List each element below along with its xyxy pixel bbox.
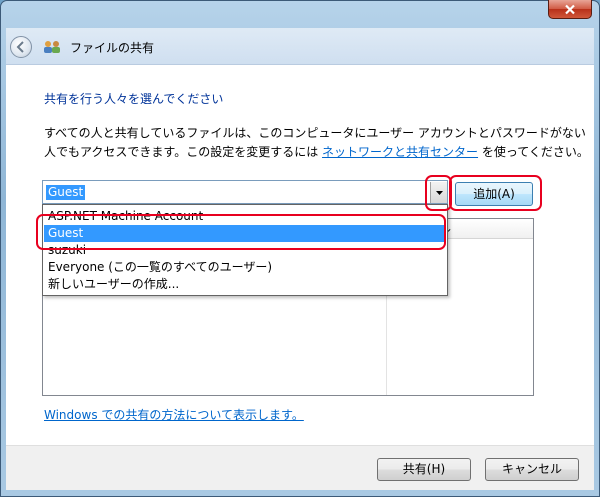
page-heading: 共有を行う人々を選んでください [44,92,224,106]
highlight-add-button [449,175,542,211]
description-line-1: すべての人と共有しているファイルは、このコンピュータにユーザー アカウントとパス… [44,126,586,140]
sharing-wizard-icon [44,41,60,53]
back-arrow-icon [16,41,24,53]
dropdown-item-everyone[interactable]: Everyone (この一覧のすべてのユーザー) [44,259,446,276]
help-link[interactable]: Windows での共有の方法について表示します。 [44,406,304,423]
description-text-end: を使ってください。 [481,145,589,159]
highlight-guest-item [36,214,446,250]
dropdown-item-new-user[interactable]: 新しいユーザーの作成... [44,276,446,293]
combobox-value: Guest [46,185,86,200]
description-line-2: 人でもアクセスできます。この設定を変更するには ネットワークと共有センター を使… [44,143,589,160]
cancel-button[interactable]: キャンセル [485,458,579,481]
back-button[interactable] [10,36,32,58]
window-title: ファイルの共有 [70,41,155,55]
network-sharing-center-link[interactable]: ネットワークと共有センター [322,145,478,159]
user-name-combobox[interactable]: Guest [42,180,448,204]
close-button[interactable] [548,0,592,19]
description-text: 人でもアクセスできます。この設定を変更するには [44,145,319,159]
share-button[interactable]: 共有(H) [377,458,471,481]
close-icon [565,4,575,14]
highlight-dropdown-arrow [425,175,452,211]
